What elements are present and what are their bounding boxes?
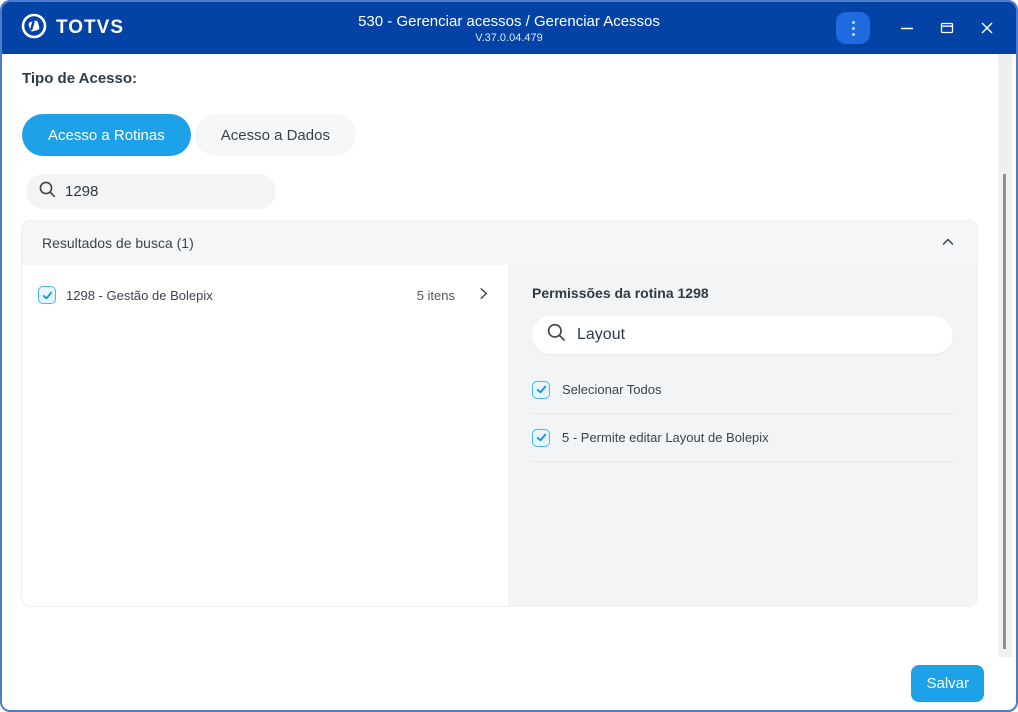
chevron-up-icon[interactable] (939, 233, 957, 254)
permission-checkbox[interactable] (532, 428, 550, 447)
results-panel-header[interactable]: Resultados de busca (1) (22, 221, 977, 265)
menu-kebab-button[interactable] (836, 12, 870, 44)
vertical-scrollbar-thumb[interactable] (1003, 174, 1006, 649)
results-panel: Resultados de busca (1) 1298 - Gestão de… (22, 221, 977, 606)
chevron-right-icon[interactable] (475, 285, 492, 305)
routine-label: 1298 - Gestão de Bolepix (66, 287, 213, 303)
close-button[interactable] (970, 12, 1004, 44)
select-all-checkbox[interactable] (532, 380, 550, 399)
routine-item-count: 5 itens (416, 287, 455, 303)
save-button[interactable]: Salvar (911, 665, 984, 702)
search-icon (38, 180, 57, 204)
permission-row-select-all[interactable]: Selecionar Todos (532, 366, 953, 414)
app-window: TOTVS 530 - Gerenciar acessos / Gerencia… (0, 0, 1018, 712)
access-type-tabs: Acesso a Rotinas Acesso a Dados (22, 114, 996, 156)
permissions-panel: Permissões da rotina 1298 Layout Selecio… (508, 265, 977, 606)
title-bar: TOTVS 530 - Gerenciar acessos / Gerencia… (2, 2, 1016, 54)
permissions-title: Permissões da rotina 1298 (532, 285, 709, 301)
permissions-search-input[interactable] (577, 326, 939, 344)
tab-acesso-a-rotinas[interactable]: Acesso a Rotinas (22, 114, 191, 156)
minimize-button[interactable] (890, 12, 924, 44)
maximize-icon (940, 22, 954, 34)
totvs-logo-icon (20, 12, 48, 45)
window-version: V.37.0.04.479 (475, 31, 543, 44)
tab-acesso-a-dados[interactable]: Acesso a Dados (194, 114, 356, 156)
permissions-options: Selecionar Todos 5 - Permite editar Layo… (532, 366, 953, 462)
select-all-label: Selecionar Todos (562, 382, 662, 397)
check-icon (536, 385, 546, 394)
permission-row-edit-layout[interactable]: 5 - Permite editar Layout de Bolepix (532, 414, 953, 462)
results-panel-body: 1298 - Gestão de Bolepix 5 itens Permiss… (22, 265, 977, 606)
results-header-label: Resultados de busca (1) (42, 235, 194, 251)
minimize-icon (901, 27, 913, 30)
totvs-logo: TOTVS (20, 12, 124, 45)
close-icon (981, 22, 993, 34)
maximize-button[interactable] (930, 12, 964, 44)
access-type-label: Tipo de Acesso: (22, 70, 138, 87)
routine-search[interactable] (26, 174, 276, 209)
brand-name: TOTVS (56, 17, 124, 38)
vertical-scrollbar-track[interactable] (998, 54, 1012, 657)
main-content: Tipo de Acesso: Acesso a Rotinas Acesso … (2, 54, 1016, 710)
routine-list: 1298 - Gestão de Bolepix 5 itens (22, 265, 508, 606)
window-controls (836, 12, 1004, 44)
window-title: 530 - Gerenciar acessos / Gerenciar Aces… (358, 12, 660, 30)
check-icon (42, 291, 52, 299)
routine-search-input[interactable] (65, 183, 264, 200)
permissions-search[interactable] (532, 316, 953, 354)
check-icon (536, 433, 546, 442)
routine-list-item[interactable]: 1298 - Gestão de Bolepix 5 itens (38, 277, 492, 313)
search-icon (546, 322, 567, 348)
routine-checkbox[interactable] (38, 286, 56, 304)
permission-label: 5 - Permite editar Layout de Bolepix (562, 430, 769, 445)
